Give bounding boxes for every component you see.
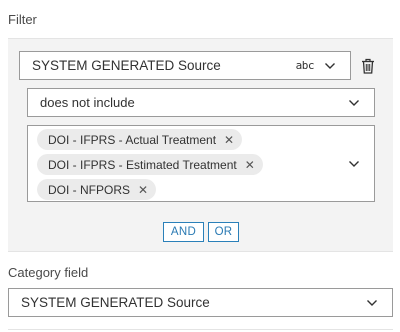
category-select-value: SYSTEM GENERATED Source bbox=[21, 295, 210, 310]
filter-section-label: Filter bbox=[8, 12, 37, 27]
value-chip-label: DOI - NFPORS bbox=[48, 182, 131, 197]
remove-chip-icon[interactable]: ✕ bbox=[138, 184, 148, 196]
operator-select-value: does not include bbox=[40, 95, 135, 110]
value-chip-label: DOI - IFPRS - Estimated Treatment bbox=[48, 157, 237, 172]
values-multiselect[interactable]: DOI - IFPRS - Actual Treatment ✕ DOI - I… bbox=[27, 125, 375, 202]
chevron-down-icon bbox=[349, 161, 359, 167]
remove-chip-icon[interactable]: ✕ bbox=[245, 159, 255, 171]
operator-select[interactable]: does not include bbox=[27, 88, 375, 117]
value-chip: DOI - IFPRS - Actual Treatment ✕ bbox=[37, 129, 243, 150]
divider bbox=[8, 329, 393, 330]
field-select-value: SYSTEM GENERATED Source bbox=[32, 58, 221, 73]
remove-chip-icon[interactable]: ✕ bbox=[224, 134, 234, 146]
chevron-down-icon bbox=[349, 99, 359, 106]
value-chip-list: DOI - IFPRS - Actual Treatment ✕ DOI - I… bbox=[37, 129, 337, 204]
string-type-icon: abc bbox=[295, 59, 315, 72]
chevron-down-icon bbox=[367, 299, 377, 306]
value-chip: DOI - NFPORS ✕ bbox=[37, 179, 157, 200]
category-field-label: Category field bbox=[8, 265, 89, 280]
field-select[interactable]: SYSTEM GENERATED Source abc bbox=[19, 51, 351, 80]
filter-panel: SYSTEM GENERATED Source abc does not inc… bbox=[8, 38, 393, 252]
value-chip-label: DOI - IFPRS - Actual Treatment bbox=[48, 132, 217, 147]
delete-filter-button[interactable] bbox=[356, 51, 380, 80]
chevron-down-icon bbox=[325, 62, 335, 69]
category-field-select[interactable]: SYSTEM GENERATED Source bbox=[8, 288, 393, 317]
value-chip: DOI - IFPRS - Estimated Treatment ✕ bbox=[37, 154, 263, 175]
trash-icon bbox=[362, 58, 374, 74]
and-button[interactable]: AND bbox=[163, 222, 204, 242]
or-button[interactable]: OR bbox=[208, 222, 239, 242]
